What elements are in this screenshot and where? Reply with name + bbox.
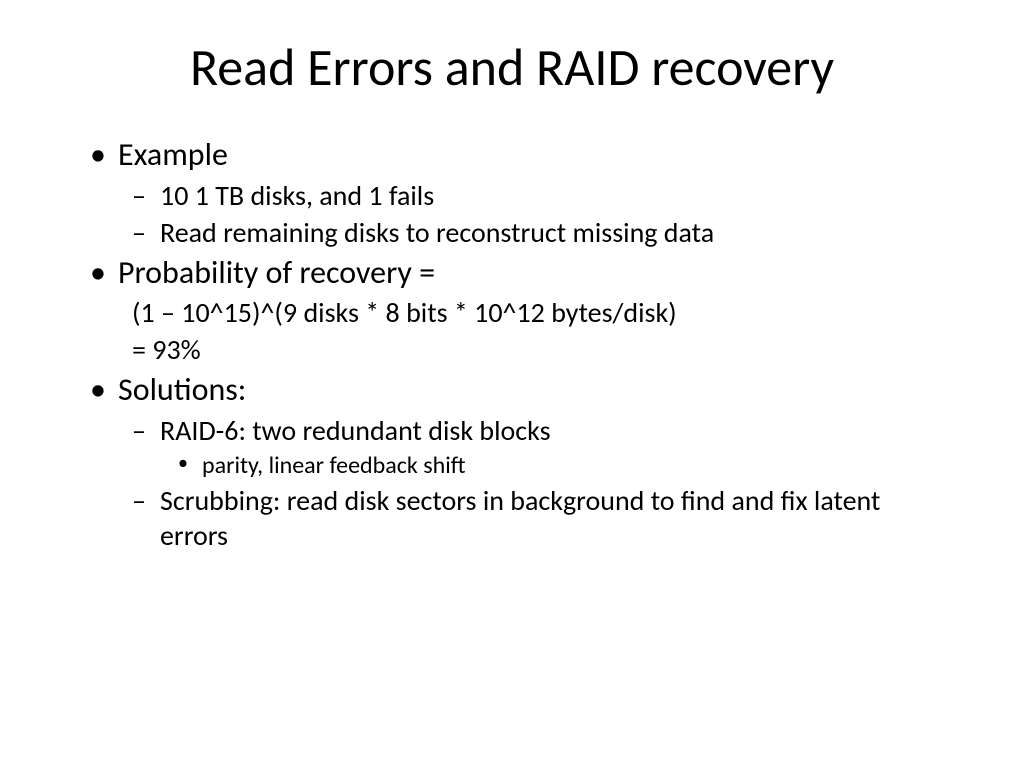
slide-title: Read Errors and RAID recovery — [90, 35, 934, 99]
slide: Read Errors and RAID recovery Example 10… — [0, 0, 1024, 768]
bullet-raid6: RAID-6: two redundant disk blocks — [90, 413, 934, 448]
bullet-scrubbing: Scrubbing: read disk sectors in backgrou… — [90, 483, 934, 553]
bullet-probability: Probability of recovery = — [90, 252, 934, 294]
bullet-list: Example 10 1 TB disks, and 1 fails Read … — [90, 134, 934, 553]
bullet-example-sub1: 10 1 TB disks, and 1 fails — [90, 178, 934, 213]
bullet-raid6-detail: parity, linear feedback shift — [90, 450, 934, 481]
bullet-probability-formula: (1 – 10^15)^(9 disks * 8 bits * 10^12 by… — [90, 295, 934, 330]
bullet-example-sub2: Read remaining disks to reconstruct miss… — [90, 215, 934, 250]
bullet-probability-result: = 93% — [90, 332, 934, 367]
bullet-example: Example — [90, 134, 934, 176]
bullet-solutions: Solutions: — [90, 369, 934, 411]
